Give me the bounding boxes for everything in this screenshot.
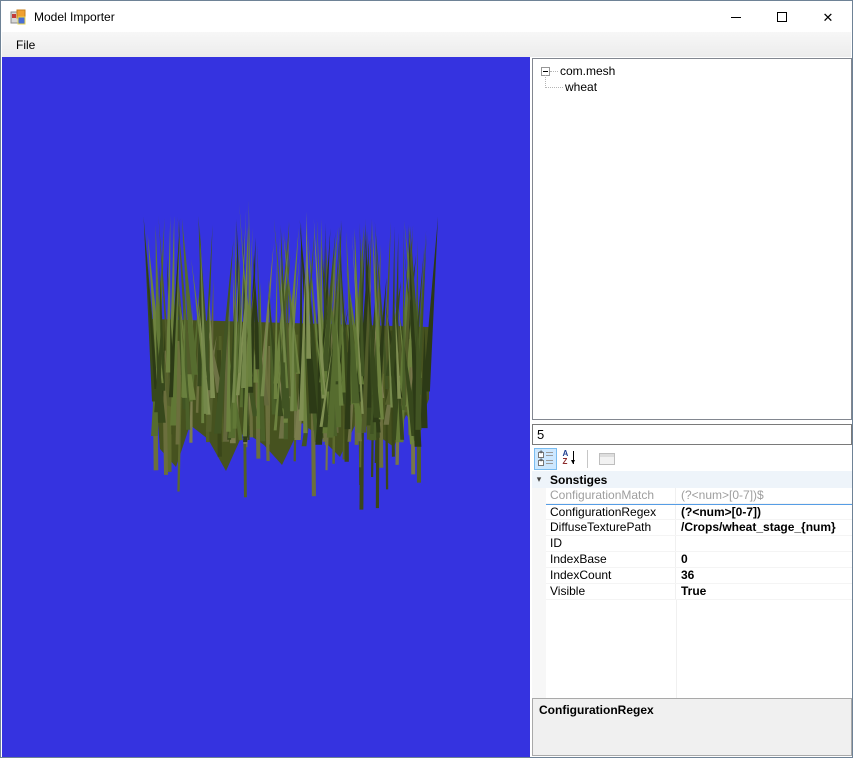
property-value[interactable]: True xyxy=(676,584,852,599)
tree-connector xyxy=(550,70,558,72)
property-name[interactable]: ConfigurationMatch xyxy=(546,488,676,503)
tree-child-label[interactable]: wheat xyxy=(563,80,597,94)
alphabetical-icon: AZ xyxy=(563,450,579,467)
property-value[interactable]: (?<num>[0-7])$ xyxy=(676,488,852,503)
maximize-icon xyxy=(777,12,787,22)
app-icon xyxy=(10,9,26,25)
toolbar-separator xyxy=(587,450,588,468)
category-label: Sonstiges xyxy=(550,472,608,487)
minimize-button[interactable] xyxy=(713,2,759,32)
right-panel: com.mesh wheat AZ xyxy=(532,57,852,757)
property-name[interactable]: ID xyxy=(546,536,676,551)
property-value[interactable]: /Crops/wheat_stage_{num} xyxy=(676,520,852,535)
selected-property-name: ConfigurationRegex xyxy=(539,703,654,717)
property-value[interactable]: (?<num>[0-7]) xyxy=(676,505,852,519)
app-window: Model Importer ✕ File com.mesh wheat 5 +… xyxy=(0,0,853,758)
property-name[interactable]: ConfigurationRegex xyxy=(546,505,676,519)
title-bar: Model Importer ✕ xyxy=(2,2,851,32)
property-description-panel: ConfigurationRegex xyxy=(532,698,852,756)
close-icon: ✕ xyxy=(822,9,834,25)
menu-bar: File xyxy=(2,32,851,57)
property-row-IndexBase[interactable]: IndexBase 0 xyxy=(546,552,852,568)
minimize-icon xyxy=(731,16,741,18)
tree-node-wheat[interactable]: wheat xyxy=(545,79,597,95)
property-row-ConfigurationMatch[interactable]: ConfigurationMatch (?<num>[0-7])$ xyxy=(546,488,852,504)
tree-root-label[interactable]: com.mesh xyxy=(558,64,615,78)
property-row-IndexCount[interactable]: IndexCount 36 xyxy=(546,568,852,584)
close-button[interactable]: ✕ xyxy=(805,2,851,32)
property-grid-gutter xyxy=(532,471,546,698)
category-row[interactable]: ▾ Sonstiges xyxy=(532,471,852,488)
property-name[interactable]: IndexCount xyxy=(546,568,676,583)
property-name[interactable]: IndexBase xyxy=(546,552,676,567)
filter-input[interactable] xyxy=(532,424,852,445)
wheat-model-render xyxy=(143,200,438,510)
maximize-button[interactable] xyxy=(759,2,805,32)
property-row-ID[interactable]: ID xyxy=(546,536,852,552)
property-value[interactable]: 36 xyxy=(676,568,852,583)
propertygrid-toolbar: AZ xyxy=(532,447,852,471)
tree-connector xyxy=(545,86,563,88)
property-value[interactable]: 0 xyxy=(676,552,852,567)
property-value[interactable] xyxy=(676,536,852,551)
model-viewport[interactable] xyxy=(2,57,530,757)
property-row-ConfigurationRegex[interactable]: ConfigurationRegex (?<num>[0-7]) xyxy=(546,504,852,520)
property-pages-button xyxy=(595,448,618,470)
categorized-button[interactable] xyxy=(534,448,557,470)
property-name[interactable]: Visible xyxy=(546,584,676,599)
property-row-DiffuseTexturePath[interactable]: DiffuseTexturePath/Crops/wheat_stage_{nu… xyxy=(546,520,852,536)
window-title: Model Importer xyxy=(34,10,115,24)
property-name[interactable]: DiffuseTexturePath xyxy=(546,520,676,535)
tree-node-root[interactable]: com.mesh xyxy=(541,63,615,79)
property-pages-icon xyxy=(598,453,615,465)
chevron-down-icon[interactable]: ▾ xyxy=(532,474,546,485)
mesh-tree: com.mesh wheat xyxy=(532,58,852,420)
menu-item-file[interactable]: File xyxy=(2,34,45,56)
property-grid: ▾ Sonstiges ConfigurationMatch (?<num>[0-… xyxy=(532,471,852,698)
categorized-icon xyxy=(538,449,553,466)
alphabetical-button[interactable]: AZ xyxy=(559,448,582,470)
property-row-Visible[interactable]: Visible True xyxy=(546,584,852,600)
